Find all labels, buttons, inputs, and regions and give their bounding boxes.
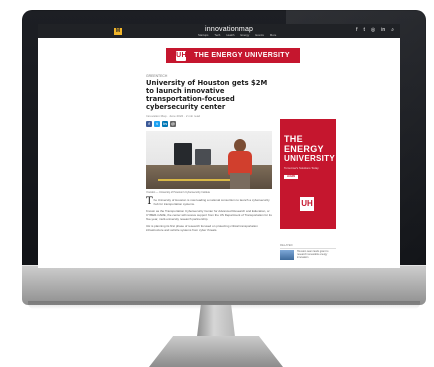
site-logo-text: innovationmap [205, 26, 254, 33]
nav-item-more[interactable]: More [270, 33, 276, 37]
photo-caption: Yourdon — University of Houston's Cybers… [146, 191, 211, 194]
related-story-text: Houston team lands grant to research ren… [297, 250, 329, 259]
share-buttons: f t in @ [146, 121, 272, 127]
linkedin-icon[interactable]: in [381, 27, 385, 33]
lab-device-1 [174, 143, 192, 165]
related-thumbnail [280, 250, 294, 260]
ad-tagline: Tomorrow's Solutions Today [284, 166, 319, 170]
banner-text: THE ENERGY UNIVERSITY [194, 52, 290, 59]
article-hero-image [146, 131, 272, 189]
instagram-icon[interactable]: ◎ [371, 27, 375, 33]
ad-line-3: UNIVERSITY [284, 154, 336, 163]
paragraph-1-text: he University of Houston is now leading … [153, 198, 270, 206]
brand-mark[interactable]: M [114, 28, 122, 35]
ad-line-1: THE [284, 134, 303, 144]
sidebar-ad[interactable]: THE ENERGY UNIVERSITY Tomorrow's Solutio… [280, 119, 336, 229]
desktop-monitor-scene: M innovationmap Startups Tech Health Ene… [0, 0, 434, 367]
uh-logo-icon: UH [300, 197, 314, 211]
researcher-pants [230, 173, 250, 189]
twitter-share-button[interactable]: t [154, 121, 160, 127]
monitor-stand-base [149, 336, 283, 367]
dropcap: T [146, 196, 153, 207]
twitter-icon[interactable]: t [364, 27, 365, 33]
nav-item-startups[interactable]: Startups [198, 33, 208, 37]
monitor-chin [22, 265, 426, 305]
nav-item-health[interactable]: Health [226, 33, 234, 37]
related-story[interactable]: Houston team lands grant to research ren… [280, 250, 336, 262]
article-body: T he University of Houston is now leadin… [146, 196, 272, 233]
nav-item-tech[interactable]: Tech [214, 33, 220, 37]
article-section-label[interactable]: Greentech [146, 74, 272, 78]
researcher-figure [220, 131, 258, 189]
article-main: Greentech University of Houston gets $2M… [146, 74, 272, 235]
facebook-icon[interactable]: f [356, 27, 357, 33]
browser-screen: M innovationmap Startups Tech Health Ene… [38, 24, 400, 268]
site-top-nav: M innovationmap Startups Tech Health Ene… [38, 24, 400, 38]
ad-cta-button[interactable]: LEARN MORE [284, 174, 298, 182]
facebook-share-button[interactable]: f [146, 121, 152, 127]
ad-line-2: ENERGY [284, 144, 324, 154]
linkedin-share-button[interactable]: in [162, 121, 168, 127]
lab-device-2 [195, 149, 211, 165]
top-banner-ad[interactable]: UH THE ENERGY UNIVERSITY [166, 48, 300, 63]
email-share-button[interactable]: @ [170, 121, 176, 127]
article-paragraph-1: T he University of Houston is now leadin… [146, 196, 272, 207]
social-links: f t ◎ in ⌕ [356, 27, 394, 33]
uh-logo-icon: UH [176, 50, 187, 61]
researcher-shirt [228, 151, 252, 175]
article-headline: University of Houston gets $2M to launch… [146, 79, 268, 111]
nav-item-energy[interactable]: Energy [240, 33, 249, 37]
main-nav: Startups Tech Health Energy Events More [198, 33, 276, 37]
article-paragraph-3: UH is planning its first phase of resear… [146, 224, 258, 232]
related-section-title: Related [280, 243, 336, 249]
article-paragraph-2: Known as the Transportation Cybersecurit… [146, 209, 272, 221]
site-logo[interactable]: innovationmap [205, 26, 253, 33]
nav-item-events[interactable]: Events [255, 33, 264, 37]
search-icon[interactable]: ⌕ [391, 27, 394, 33]
article-byline: Innovation Map · June 2022 · 2 min read [146, 114, 201, 118]
